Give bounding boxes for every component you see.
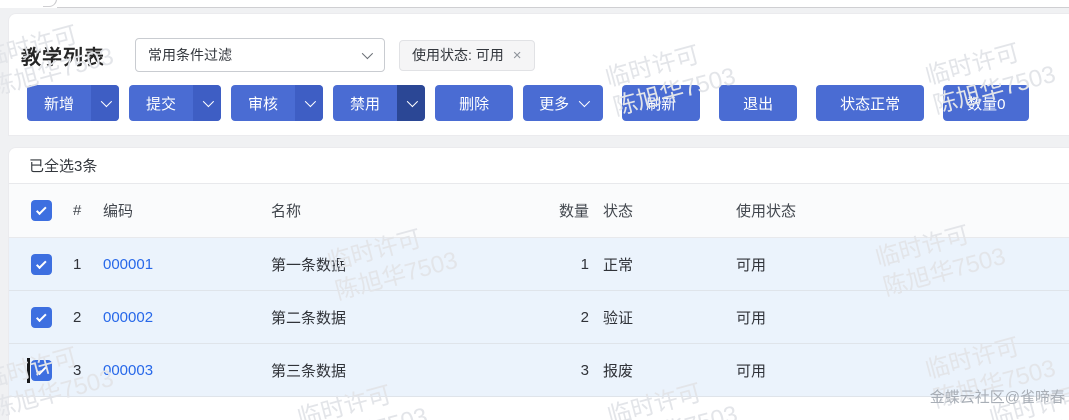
status-normal-button[interactable]: 状态正常 — [816, 85, 924, 121]
text-caret — [27, 358, 30, 383]
exit-button[interactable]: 退出 — [719, 85, 797, 121]
row-usage-status: 可用 — [728, 360, 1069, 381]
table-card: 已全选3条 # 编码 名称 数量 状态 使用状态 1 000001 第一条数据 … — [8, 147, 1069, 420]
chevron-down-icon[interactable] — [397, 85, 425, 121]
toolbar: 新增 提交 审核 禁用 删除 更多 刷新 退出 状态正常 数 — [27, 85, 1069, 121]
row-status: 验证 — [593, 307, 728, 328]
chevron-down-icon[interactable] — [193, 85, 221, 121]
column-header-quantity[interactable]: 数量 — [461, 200, 593, 221]
column-header-usage-status[interactable]: 使用状态 — [728, 200, 1069, 221]
header-checkbox-cell — [9, 200, 65, 221]
page: 教学列表 常用条件过滤 使用状态: 可用 × 新增 提交 审核 — [0, 0, 1069, 420]
row-code-link[interactable]: 000003 — [95, 362, 263, 379]
row-checkbox[interactable] — [31, 360, 52, 381]
row-usage-status: 可用 — [728, 307, 1069, 328]
column-header-status[interactable]: 状态 — [593, 200, 728, 221]
row-name: 第二条数据 — [263, 307, 461, 328]
check-icon — [35, 258, 46, 269]
top-tab-strip — [0, 0, 1069, 8]
community-credit: 金蝶云社区@雀啼春 — [930, 386, 1065, 407]
check-icon — [35, 311, 46, 322]
row-status: 报废 — [593, 360, 728, 381]
selection-summary: 已全选3条 — [9, 148, 1069, 184]
row-usage-status: 可用 — [728, 254, 1069, 275]
row-status: 正常 — [593, 254, 728, 275]
toolbar-card: 教学列表 常用条件过滤 使用状态: 可用 × 新增 提交 审核 — [8, 13, 1069, 136]
chevron-down-icon[interactable] — [91, 85, 119, 121]
delete-button[interactable]: 删除 — [435, 85, 513, 121]
disable-button[interactable]: 禁用 — [333, 85, 425, 121]
row-code-link[interactable]: 000001 — [95, 256, 263, 273]
row-index: 1 — [65, 256, 95, 273]
column-header-index[interactable]: # — [65, 202, 95, 219]
submit-button[interactable]: 提交 — [129, 85, 221, 121]
row-quantity: 1 — [461, 256, 593, 273]
chevron-down-icon — [579, 96, 590, 107]
table-header-row: # 编码 名称 数量 状态 使用状态 — [9, 184, 1069, 238]
select-all-checkbox[interactable] — [31, 200, 52, 221]
row-index: 2 — [65, 309, 95, 326]
chevron-down-icon — [362, 48, 373, 59]
row-quantity: 3 — [461, 362, 593, 379]
tab-curve — [43, 0, 57, 7]
row-checkbox[interactable] — [31, 307, 52, 328]
quantity-button[interactable]: 数量0 — [943, 85, 1029, 121]
row-checkbox[interactable] — [31, 254, 52, 275]
filter-scheme-value: 常用条件过滤 — [148, 45, 232, 65]
column-header-code[interactable]: 编码 — [95, 200, 263, 221]
chevron-down-icon[interactable] — [295, 85, 323, 121]
table-row[interactable]: 1 000001 第一条数据 1 正常 可用 — [9, 238, 1069, 291]
check-icon — [35, 204, 46, 215]
more-button[interactable]: 更多 — [523, 85, 603, 121]
page-title: 教学列表 — [21, 41, 105, 70]
filter-tag[interactable]: 使用状态: 可用 × — [399, 40, 535, 71]
audit-button[interactable]: 审核 — [231, 85, 323, 121]
filter-tag-label: 使用状态: 可用 — [412, 45, 504, 65]
title-row: 教学列表 常用条件过滤 使用状态: 可用 × — [9, 14, 1069, 72]
row-name: 第一条数据 — [263, 254, 461, 275]
row-quantity: 2 — [461, 309, 593, 326]
table-row[interactable]: 3 000003 第三条数据 3 报废 可用 — [9, 344, 1069, 397]
filter-scheme-dropdown[interactable]: 常用条件过滤 — [135, 38, 385, 72]
row-code-link[interactable]: 000002 — [95, 309, 263, 326]
close-icon[interactable]: × — [513, 47, 522, 64]
check-icon — [35, 364, 46, 375]
table-row[interactable]: 2 000002 第二条数据 2 验证 可用 — [9, 291, 1069, 344]
row-name: 第三条数据 — [263, 360, 461, 381]
tab-divider — [57, 7, 1069, 8]
column-header-name[interactable]: 名称 — [263, 200, 461, 221]
row-index: 3 — [65, 362, 95, 379]
add-button[interactable]: 新增 — [27, 85, 119, 121]
refresh-button[interactable]: 刷新 — [622, 85, 700, 121]
